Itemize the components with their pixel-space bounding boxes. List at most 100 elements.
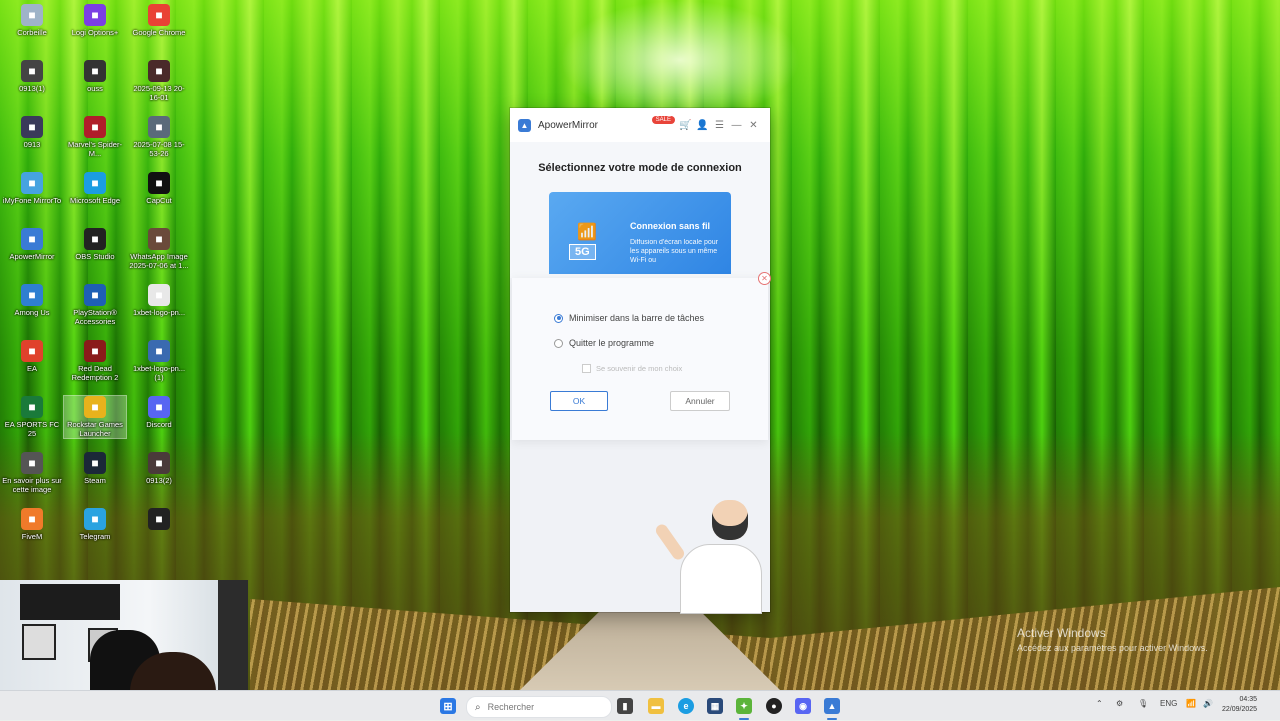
mascot-body (680, 544, 762, 614)
desktop-icon-en-savoir-plus-sur-cette-image[interactable]: ■ En savoir plus sur cette image (1, 452, 63, 494)
among-us-icon: ■ (21, 284, 43, 306)
video-file-icon: ■ (21, 116, 43, 138)
desktop-icon-label: 0913(1) (19, 84, 45, 93)
desktop-icon-label: 0913(2) (146, 476, 172, 485)
desktop-icon-0913-1[interactable]: ■ 0913(1) (1, 60, 63, 93)
desktop-icon-epic[interactable]: ■ (128, 508, 190, 532)
desktop-icon-whatsapp-image-2025-07-06-at-1[interactable]: ■ WhatsApp Image 2025-07-06 at 1... (128, 228, 190, 270)
taskbar-search[interactable]: ⌕ Rechercher (466, 696, 612, 718)
cart-icon[interactable]: 🛒 (677, 120, 694, 131)
radio-minimize[interactable] (554, 313, 563, 323)
cancel-button[interactable]: Annuler (670, 391, 730, 411)
desktop-icon-2025-07-08-15-53-26[interactable]: ■ 2025-07-08 15-53-26 (128, 116, 190, 158)
desktop-icon-label: CapCut (146, 196, 172, 205)
desktop-icon-rockstar-games-launcher[interactable]: ■ Rockstar Games Launcher (63, 395, 127, 439)
video-file-icon: ■ (148, 60, 170, 82)
obs-taskbar-icon[interactable]: ● (766, 698, 782, 714)
desktop-icon-corbeille[interactable]: ■ Corbeille (1, 4, 63, 37)
desktop-icon-1xbet-logo-pn-1[interactable]: ■ 1xbet-logo-pn... (1) (128, 340, 190, 382)
desktop-icon-fivem[interactable]: ■ FiveM (1, 508, 63, 541)
desktop-icon-0913[interactable]: ■ 0913 (1, 116, 63, 149)
telegram-icon: ■ (84, 508, 106, 530)
desktop-icon-discord[interactable]: ■ Discord (128, 396, 190, 429)
remember-label: Se souvenir de mon choix (596, 364, 683, 373)
desktop-icon-label: FiveM (21, 532, 43, 541)
minimize-icon[interactable]: — (728, 120, 745, 131)
tray-network-app-icon[interactable]: ⚙ (1116, 699, 1123, 708)
desktop-icon-label: Steam (84, 476, 106, 485)
account-icon[interactable]: 👤 (694, 120, 711, 131)
store-icon[interactable]: ▦ (707, 698, 723, 714)
discord-icon: ■ (148, 396, 170, 418)
card-description: Diffusion d'écran locale pour les appare… (630, 239, 718, 264)
logi-icon: ■ (84, 4, 106, 26)
task-view-icon[interactable]: ▮ (617, 698, 633, 714)
mascot-illustration (650, 500, 762, 614)
desktop-icon-logi-options[interactable]: ■ Logi Options+ (64, 4, 126, 37)
desktop-icon-label: PlayStation® Accessories (73, 308, 117, 326)
close-icon[interactable]: ✕ (745, 120, 762, 131)
desktop-icon-label: Telegram (79, 532, 111, 541)
windows-start-icon[interactable]: ⊞ (440, 698, 456, 714)
desktop-icon-label: Corbeille (17, 28, 47, 37)
image-file-icon: ■ (148, 116, 170, 138)
volume-icon[interactable]: 🔊 (1203, 699, 1213, 708)
desktop-icon-0913-2[interactable]: ■ 0913(2) (128, 452, 190, 485)
tray-chevron-icon[interactable]: ⌃ (1096, 699, 1103, 708)
menu-icon[interactable]: ☰ (711, 120, 728, 131)
file-explorer-icon[interactable]: ▬ (648, 698, 664, 714)
desktop-icon-ouss[interactable]: ■ ouss (64, 60, 126, 93)
image-file-icon: ■ (148, 284, 170, 306)
desktop-icon-label: Discord (146, 420, 172, 429)
desktop-icon-capcut[interactable]: ■ CapCut (128, 172, 190, 205)
search-icon: ⌕ (475, 701, 481, 713)
desktop-icon-marvel-s-spider-m[interactable]: ■ Marvel's Spider-M... (64, 116, 126, 158)
apowermirror-taskbar-icon[interactable]: ▲ (824, 698, 840, 714)
option-minimize-label: Minimiser dans la barre de tâches (569, 313, 705, 323)
desktop-icon-apowermirror[interactable]: ■ ApowerMirror (1, 228, 63, 261)
desktop-icon-ea[interactable]: ■ EA (1, 340, 63, 373)
remember-choice[interactable]: Se souvenir de mon choix (582, 364, 682, 373)
taskbar: ⊞ ⌕ Rechercher ▮ ▬ e ▦ ✦ ● ◉ ▲ ⌃ ⚙ 🎙 ENG… (0, 690, 1280, 721)
desktop-icon-playstation-accessories[interactable]: ■ PlayStation® Accessories (64, 284, 126, 326)
capcut-icon: ■ (148, 172, 170, 194)
video-file-icon: ■ (148, 452, 170, 474)
sale-badge[interactable]: SALE (651, 116, 675, 124)
desktop-icon-1xbet-logo-pn[interactable]: ■ 1xbet-logo-pn... (128, 284, 190, 317)
desktop-icon-label: Microsoft Edge (69, 196, 121, 205)
window-titlebar[interactable]: ▲ ApowerMirror SALE 🛒 👤 ☰ — ✕ (510, 108, 770, 142)
playstation-icon: ■ (84, 284, 106, 306)
desktop-icon-among-us[interactable]: ■ Among Us (1, 284, 63, 317)
obs-icon: ■ (84, 228, 106, 250)
tray-mic-icon[interactable]: 🎙 (1138, 699, 1148, 708)
desktop-icon-steam[interactable]: ■ Steam (64, 452, 126, 485)
epic-games-icon: ■ (148, 508, 170, 530)
dialog-close-icon[interactable]: ✕ (758, 272, 771, 285)
remember-checkbox[interactable] (582, 364, 591, 373)
desktop-icon-microsoft-edge[interactable]: ■ Microsoft Edge (64, 172, 126, 205)
option-quit[interactable]: Quitter le programme (554, 338, 654, 348)
radio-quit[interactable] (554, 338, 563, 348)
ok-button[interactable]: OK (550, 391, 608, 411)
discord-taskbar-icon[interactable]: ◉ (795, 698, 811, 714)
clock[interactable]: 04:35 22/09/2025 (1222, 695, 1257, 715)
desktop-icon-imyfone-mirrorto[interactable]: ■ iMyFone MirrorTo (1, 172, 63, 205)
desktop-icon-red-dead-redemption-2[interactable]: ■ Red Dead Redemption 2 (64, 340, 126, 382)
app-taskbar-icon[interactable]: ✦ (736, 698, 752, 714)
wifi-tray-icon[interactable]: 📶 (1186, 699, 1196, 708)
desktop-icon-2025-09-13-20-16-01[interactable]: ■ 2025-09-13 20-16-01 (128, 60, 190, 102)
desktop-icon-google-chrome[interactable]: ■ Google Chrome (128, 4, 190, 37)
edge-taskbar-icon[interactable]: e (678, 698, 694, 714)
option-minimize[interactable]: Minimiser dans la barre de tâches (554, 313, 704, 323)
desktop-icon-ea-sports-fc-25[interactable]: ■ EA SPORTS FC 25 (1, 396, 63, 438)
image-file-icon: ■ (148, 340, 170, 362)
tray-language[interactable]: ENG (1160, 699, 1177, 708)
desktop-icon-obs-studio[interactable]: ■ OBS Studio (64, 228, 126, 261)
chrome-icon: ■ (148, 4, 170, 26)
mascot-arm (653, 522, 687, 562)
webcam-door (218, 580, 248, 690)
desktop-icon-telegram[interactable]: ■ Telegram (64, 508, 126, 541)
apowermirror-icon: ■ (21, 228, 43, 250)
wireless-connection-card[interactable]: 📶 5G Connexion sans fil Diffusion d'écra… (549, 192, 731, 274)
clock-time: 04:35 (1239, 696, 1258, 703)
